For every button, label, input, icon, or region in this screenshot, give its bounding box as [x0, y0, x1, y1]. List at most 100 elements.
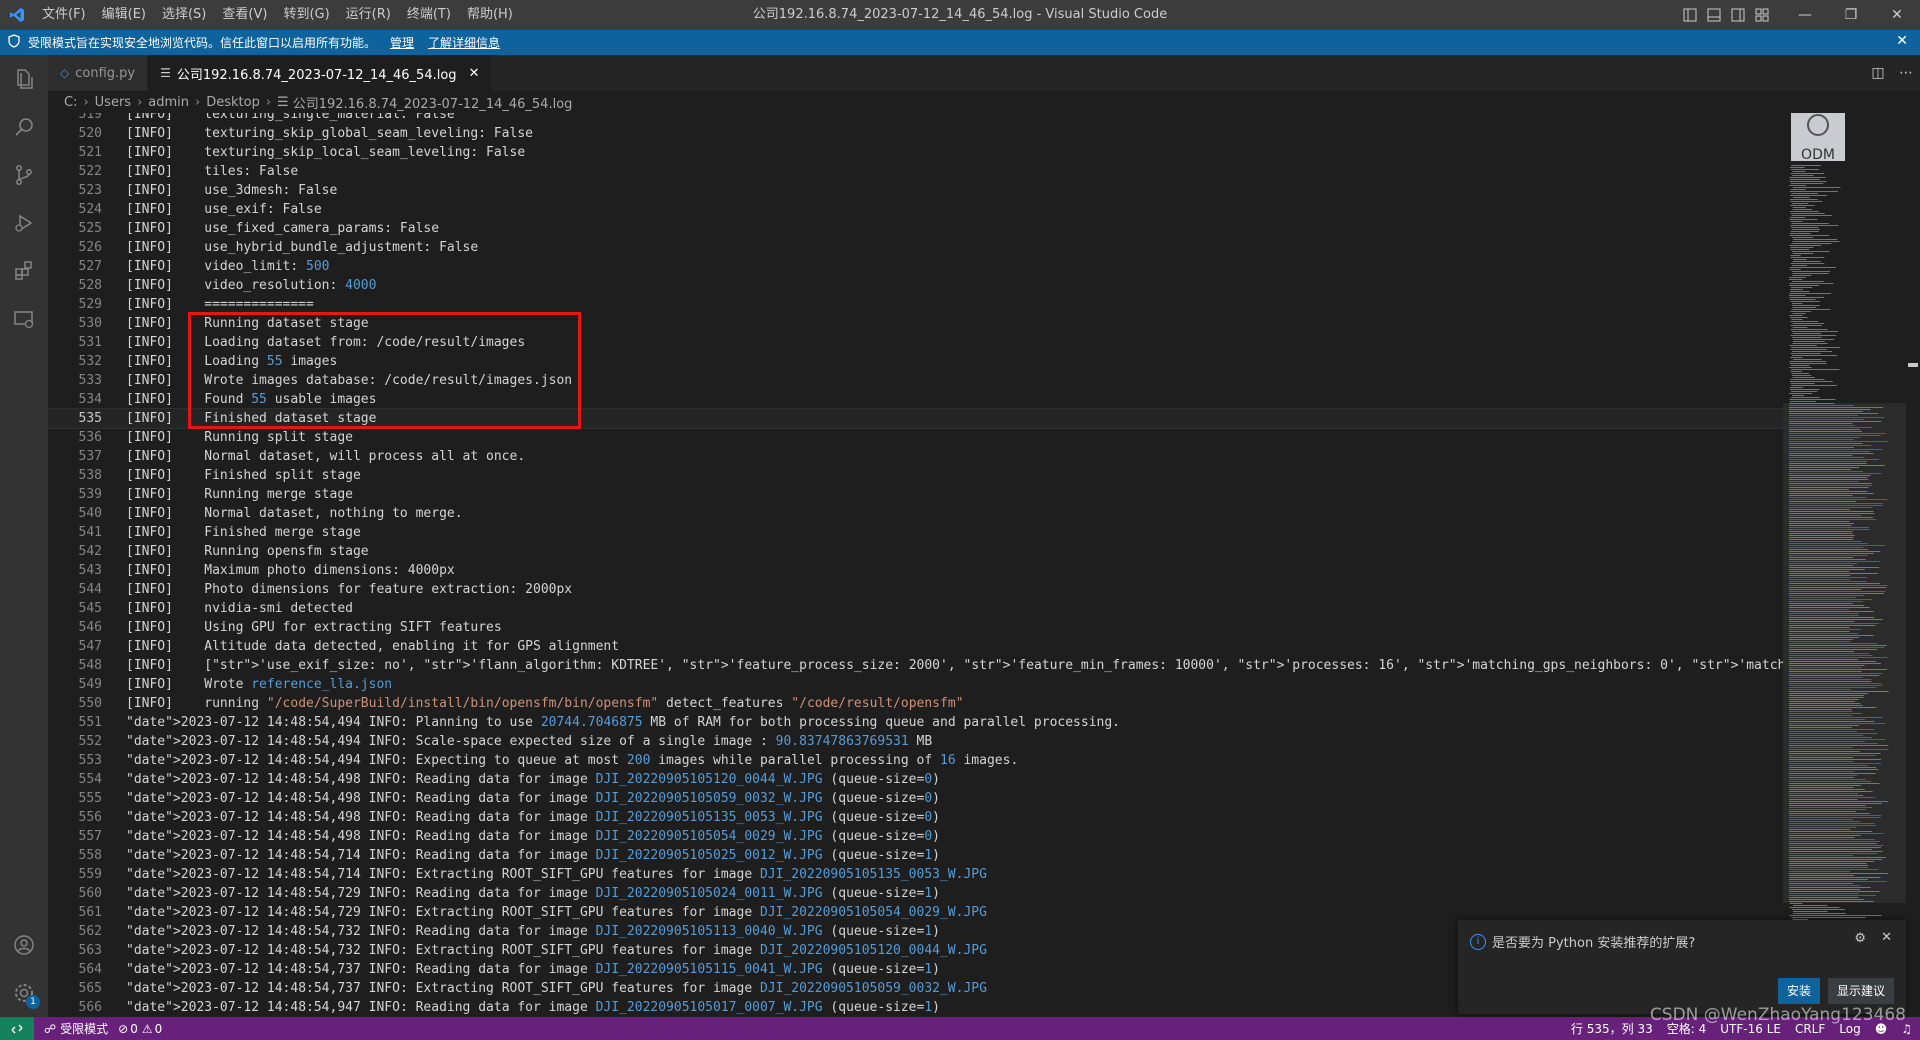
editor-line[interactable]: 550 [INFO] running "/code/SuperBuild/inst… [48, 694, 1783, 713]
editor-line[interactable]: 534 [INFO] Found 55 usable images [48, 390, 1783, 409]
run-debug-icon[interactable] [0, 199, 48, 247]
toggle-panel-icon[interactable] [1702, 0, 1726, 30]
close-window-icon[interactable]: ✕ [1874, 0, 1920, 30]
menu-edit[interactable]: 编辑(E) [94, 0, 154, 30]
editor-line[interactable]: 547 [INFO] Altitude data detected, enabli… [48, 637, 1783, 656]
breadcrumb-drive[interactable]: C: [64, 95, 77, 110]
editor-line[interactable]: 552 "date">2023-07-12 14:48:54,494 INFO: … [48, 732, 1783, 751]
minimap-slider[interactable] [1783, 403, 1906, 903]
editor-line[interactable]: 539 [INFO] Running merge stage [48, 485, 1783, 504]
editor-line[interactable]: 532 [INFO] Loading 55 images [48, 352, 1783, 371]
editor-line[interactable]: 530 [INFO] Running dataset stage [48, 314, 1783, 333]
editor-line[interactable]: 524 [INFO] use_exif: False [48, 200, 1783, 219]
editor-line[interactable]: 546 [INFO] Using GPU for extracting SIFT … [48, 618, 1783, 637]
source-control-icon[interactable] [0, 151, 48, 199]
banner-learn-more-link[interactable]: 了解详细信息 [428, 34, 500, 51]
editor-line[interactable]: 523 [INFO] use_3dmesh: False [48, 181, 1783, 200]
menu-view[interactable]: 查看(V) [214, 0, 275, 30]
editor-line[interactable]: 555 "date">2023-07-12 14:48:54,498 INFO: … [48, 789, 1783, 808]
editor-line[interactable]: 543 [INFO] Maximum photo dimensions: 4000… [48, 561, 1783, 580]
menu-run[interactable]: 运行(R) [338, 0, 399, 30]
editor-line[interactable]: 548 [INFO] ["str">'use_exif_size: no', "s… [48, 656, 1783, 675]
search-icon[interactable] [0, 103, 48, 151]
editor-line[interactable]: 527 [INFO] video_limit: 500 [48, 257, 1783, 276]
tab-log-file[interactable]: ☰ 公司192.16.8.74_2023-07-12_14_46_54.log … [148, 55, 493, 91]
editor-line[interactable]: 541 [INFO] Finished merge stage [48, 523, 1783, 542]
editor-line[interactable]: 559 "date">2023-07-12 14:48:54,714 INFO: … [48, 865, 1783, 884]
editor-line[interactable]: 544 [INFO] Photo dimensions for feature e… [48, 580, 1783, 599]
toggle-secondary-sidebar-icon[interactable] [1726, 0, 1750, 30]
remote-indicator-icon[interactable] [0, 1017, 34, 1040]
line-text: [INFO] Loading dataset from: /code/resul… [126, 335, 526, 350]
editor-line[interactable]: 560 "date">2023-07-12 14:48:54,729 INFO: … [48, 884, 1783, 903]
menu-go[interactable]: 转到(G) [275, 0, 337, 30]
editor-line[interactable]: 545 [INFO] nvidia-smi detected [48, 599, 1783, 618]
text-editor[interactable]: 519 [INFO] texturing_single_material: Fal… [48, 113, 1783, 1017]
editor-line[interactable]: 531 [INFO] Loading dataset from: /code/re… [48, 333, 1783, 352]
customize-layout-icon[interactable] [1750, 0, 1774, 30]
explorer-icon[interactable] [0, 55, 48, 103]
editor-line[interactable]: 557 "date">2023-07-12 14:48:54,498 INFO: … [48, 827, 1783, 846]
editor-line[interactable]: 525 [INFO] use_fixed_camera_params: False [48, 219, 1783, 238]
editor-line[interactable]: 556 "date">2023-07-12 14:48:54,498 INFO: … [48, 808, 1783, 827]
minimap-line [1790, 383, 1815, 384]
minimap[interactable]: ODM [1783, 113, 1906, 1017]
minimize-icon[interactable]: — [1782, 0, 1828, 30]
remote-explorer-icon[interactable] [0, 295, 48, 343]
editor-line[interactable]: 554 "date">2023-07-12 14:48:54,498 INFO: … [48, 770, 1783, 789]
editor-line[interactable]: 540 [INFO] Normal dataset, nothing to mer… [48, 504, 1783, 523]
extensions-icon[interactable] [0, 247, 48, 295]
minimap-line [1792, 259, 1807, 260]
vertical-scrollbar[interactable] [1906, 113, 1920, 1017]
problems-status[interactable]: ⊘ 0 ⚠ 0 [118, 1022, 162, 1036]
editor-line[interactable]: 538 [INFO] Finished split stage [48, 466, 1783, 485]
breadcrumb-desktop[interactable]: Desktop [206, 95, 260, 110]
minimap-line [1792, 197, 1810, 198]
more-actions-icon[interactable]: ⋯ [1892, 65, 1920, 81]
line-number: 548 [78, 658, 102, 673]
editor-line[interactable]: 533 [INFO] Wrote images database: /code/r… [48, 371, 1783, 390]
editor-line[interactable]: 536 [INFO] Running split stage [48, 428, 1783, 447]
manage-gear-icon[interactable]: 1 [0, 969, 48, 1017]
restore-icon[interactable]: ❐ [1828, 0, 1874, 30]
editor-line[interactable]: 549 [INFO] Wrote reference_lla.json [48, 675, 1783, 694]
editor-line[interactable]: 553 "date">2023-07-12 14:48:54,494 INFO: … [48, 751, 1783, 770]
split-editor-icon[interactable]: ◫ [1864, 65, 1892, 81]
show-recommendations-button[interactable]: 显示建议 [1827, 978, 1894, 1004]
breadcrumb-file[interactable]: 公司192.16.8.74_2023-07-12_14_46_54.log [293, 93, 573, 112]
menu-terminal[interactable]: 终端(T) [399, 0, 459, 30]
editor-line[interactable]: 535 [INFO] Finished dataset stage [48, 408, 1783, 429]
minimap-line [1792, 303, 1803, 304]
editor-line[interactable]: 529 [INFO] ============== [48, 295, 1783, 314]
menu-help[interactable]: 帮助(H) [459, 0, 521, 30]
editor-line[interactable]: 542 [INFO] Running opensfm stage [48, 542, 1783, 561]
editor-line[interactable]: 520 [INFO] texturing_skip_global_seam_lev… [48, 124, 1783, 143]
editor-line[interactable]: 521 [INFO] texturing_skip_local_seam_leve… [48, 143, 1783, 162]
editor-line[interactable]: 528 [INFO] video_resolution: 4000 [48, 276, 1783, 295]
editor-line[interactable]: 551 "date">2023-07-12 14:48:54,494 INFO: … [48, 713, 1783, 732]
toggle-sidebar-icon[interactable] [1678, 0, 1702, 30]
breadcrumb-users[interactable]: Users [95, 95, 131, 110]
minimap-line [1791, 391, 1818, 392]
install-button[interactable]: 安装 [1777, 978, 1820, 1004]
tab-config-py[interactable]: ◇ config.py [48, 55, 149, 91]
editor-line[interactable]: 558 "date">2023-07-12 14:48:54,714 INFO: … [48, 846, 1783, 865]
minimap-line [1789, 399, 1836, 400]
minimap-line [1790, 225, 1839, 226]
menu-selection[interactable]: 选择(S) [154, 0, 214, 30]
banner-manage-link[interactable]: 管理 [390, 34, 414, 51]
close-banner-icon[interactable]: ✕ [1896, 33, 1908, 49]
editor-line[interactable]: 519 [INFO] texturing_single_material: Fal… [48, 113, 1783, 124]
editor-line[interactable]: 526 [INFO] use_hybrid_bundle_adjustment: … [48, 238, 1783, 257]
accounts-icon[interactable] [0, 921, 48, 969]
cursor-position[interactable]: 行 535，列 33 [1571, 1020, 1653, 1037]
editor-line[interactable]: 537 [INFO] Normal dataset, will process a… [48, 447, 1783, 466]
notification-close-icon[interactable]: ✕ [1881, 930, 1892, 945]
breadcrumb-admin[interactable]: admin [148, 95, 189, 110]
restricted-mode-status[interactable]: ☍ 受限模式 [44, 1020, 108, 1037]
line-text: [INFO] use_hybrid_bundle_adjustment: Fal… [126, 240, 479, 255]
notification-settings-gear-icon[interactable]: ⚙ [1854, 931, 1866, 946]
close-tab-icon[interactable]: ✕ [469, 66, 480, 81]
menu-file[interactable]: 文件(F) [34, 0, 94, 30]
editor-line[interactable]: 522 [INFO] tiles: False [48, 162, 1783, 181]
